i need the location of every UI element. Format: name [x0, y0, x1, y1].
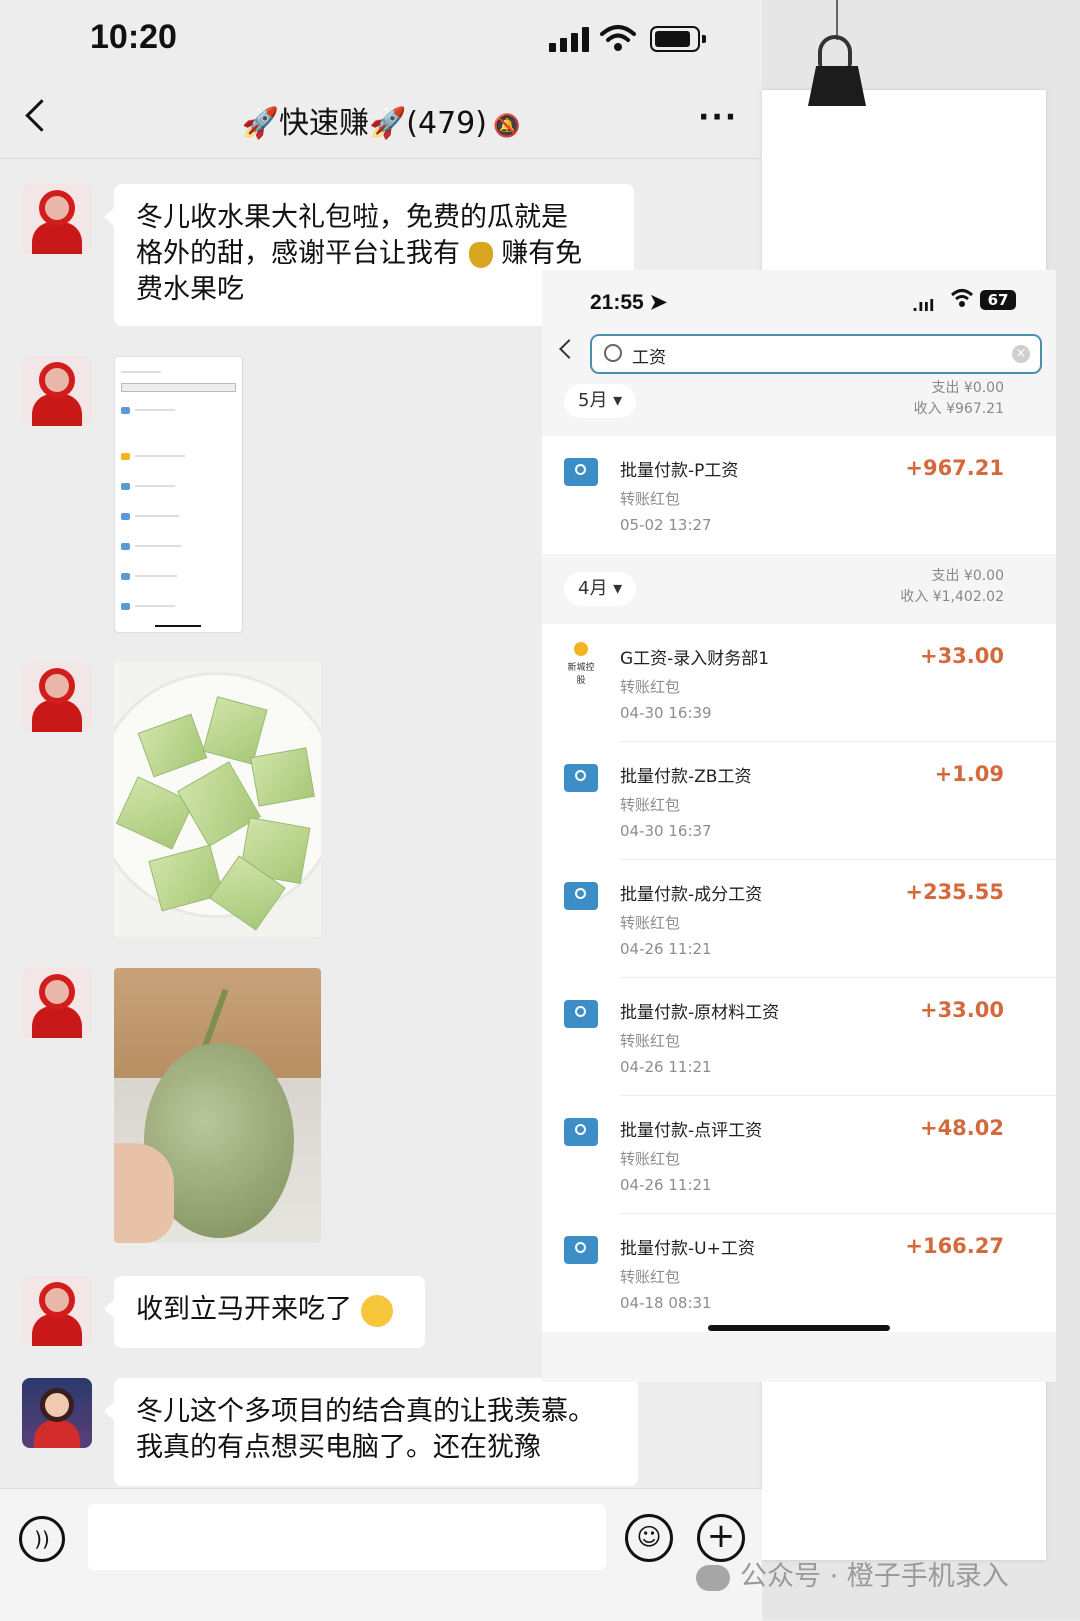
overlay-status-time: 21:55 ➤ — [590, 291, 668, 314]
overlay-back-icon[interactable] — [559, 339, 579, 359]
emoji-icon[interactable]: ☺ — [625, 1514, 673, 1562]
chat-title: 🚀快速赚🚀(479) 🔕 — [0, 98, 762, 142]
avatar[interactable] — [22, 968, 92, 1038]
message-bubble[interactable]: 收到立马开来吃了 — [104, 1276, 425, 1348]
batch-payment-icon — [564, 1118, 598, 1146]
photo-whole-melon[interactable] — [114, 968, 321, 1243]
batch-payment-icon — [564, 1000, 598, 1028]
batch-payment-icon — [564, 882, 598, 910]
batch-payment-icon — [564, 764, 598, 792]
avatar[interactable] — [22, 184, 92, 254]
thinking-face-icon — [360, 1294, 393, 1327]
home-indicator — [708, 1325, 890, 1331]
month-selector-april[interactable]: 4月 ▾ — [564, 572, 637, 606]
overlay-search-input[interactable]: 工资 × — [590, 334, 1042, 374]
message-input[interactable] — [88, 1504, 606, 1570]
watermark: 公众号 · 橙子手机录入 — [696, 1554, 1009, 1593]
avatar[interactable] — [22, 662, 92, 732]
cellular-signal-icon — [549, 26, 589, 52]
transaction-row[interactable]: 批量付款-P工资 转账红包 05-02 13:27 +967.21 — [542, 436, 1056, 554]
batch-payment-icon — [564, 458, 598, 486]
overlay-battery-icon: 67 — [980, 290, 1016, 310]
transaction-row[interactable]: 批量付款-点评工资 转账红包 04-26 11:21 +48.02 — [542, 1096, 1056, 1214]
message-bubble[interactable]: 冬儿这个多项目的结合真的让我羡慕。 我真的有点想买电脑了。还在犹豫 — [104, 1378, 638, 1486]
status-time: 10:20 — [90, 18, 177, 56]
voice-input-icon[interactable]: )) — [19, 1516, 65, 1562]
month-summary-may: 支出 ¥0.00 收入 ¥967.21 — [913, 380, 1004, 417]
message-text-line: 费水果吃 — [136, 274, 244, 305]
transaction-row[interactable]: 批量付款-ZB工资 转账红包 04-30 16:37 +1.09 — [542, 742, 1056, 860]
company-logo-icon: 新城控股 — [564, 642, 598, 686]
binder-clip-handle — [818, 35, 852, 69]
battery-icon — [650, 26, 706, 52]
mute-bell-icon: 🔕 — [492, 114, 521, 139]
search-icon — [604, 344, 622, 362]
avatar[interactable] — [22, 356, 92, 426]
avatar[interactable] — [22, 1378, 92, 1448]
wechat-icon — [696, 1564, 730, 1591]
group-name: 🚀快速赚🚀(479) — [241, 106, 487, 141]
search-query: 工资 — [632, 348, 666, 368]
input-bar: )) ☺ + — [0, 1488, 762, 1621]
transaction-row[interactable]: 批量付款-U+工资 转账红包 04-18 08:31 +166.27 — [542, 1214, 1056, 1332]
avatar[interactable] — [22, 1276, 92, 1346]
photo-cut-melon[interactable] — [114, 662, 321, 937]
screenshot-thumbnail[interactable] — [114, 356, 243, 633]
message-text-line: 格外的甜，感谢平台让我有 赚有免 — [136, 238, 583, 269]
month-selector-may[interactable]: 5月 ▾ — [564, 384, 637, 418]
binder-clip-icon — [808, 66, 866, 106]
transaction-row[interactable]: 新城控股 G工资-录入财务部1 转账红包 04-30 16:39 +33.00 — [542, 624, 1056, 742]
hanging-wire — [836, 0, 838, 40]
month-summary-april: 支出 ¥0.00 收入 ¥1,402.02 — [900, 568, 1004, 605]
message-text-line: 我真的有点想买电脑了。还在犹豫 — [136, 1432, 541, 1463]
message-text-line: 冬儿收水果大礼包啦，免费的瓜就是 — [136, 202, 568, 233]
chat-header: 🚀快速赚🚀(479) 🔕 ··· — [0, 80, 762, 159]
wifi-icon — [600, 25, 636, 51]
message-text: 收到立马开来吃了 — [136, 1294, 352, 1325]
message-text-line: 冬儿这个多项目的结合真的让我羡慕。 — [136, 1396, 595, 1427]
overlay-wifi-icon — [950, 289, 974, 307]
more-options-icon[interactable]: ··· — [698, 100, 738, 135]
overlay-signal-icon: .ııl — [912, 296, 935, 315]
money-bag-icon — [468, 241, 493, 268]
transaction-row[interactable]: 批量付款-成分工资 转账红包 04-26 11:21 +235.55 — [542, 860, 1056, 978]
clear-icon[interactable]: × — [1012, 345, 1030, 363]
transaction-row[interactable]: 批量付款-原材料工资 转账红包 04-26 11:21 +33.00 — [542, 978, 1056, 1096]
batch-payment-icon — [564, 1236, 598, 1264]
overlay-screenshot: 21:55 ➤ .ııl 67 工资 × 5月 ▾ 支出 ¥0.00 收入 ¥9… — [542, 270, 1056, 1382]
